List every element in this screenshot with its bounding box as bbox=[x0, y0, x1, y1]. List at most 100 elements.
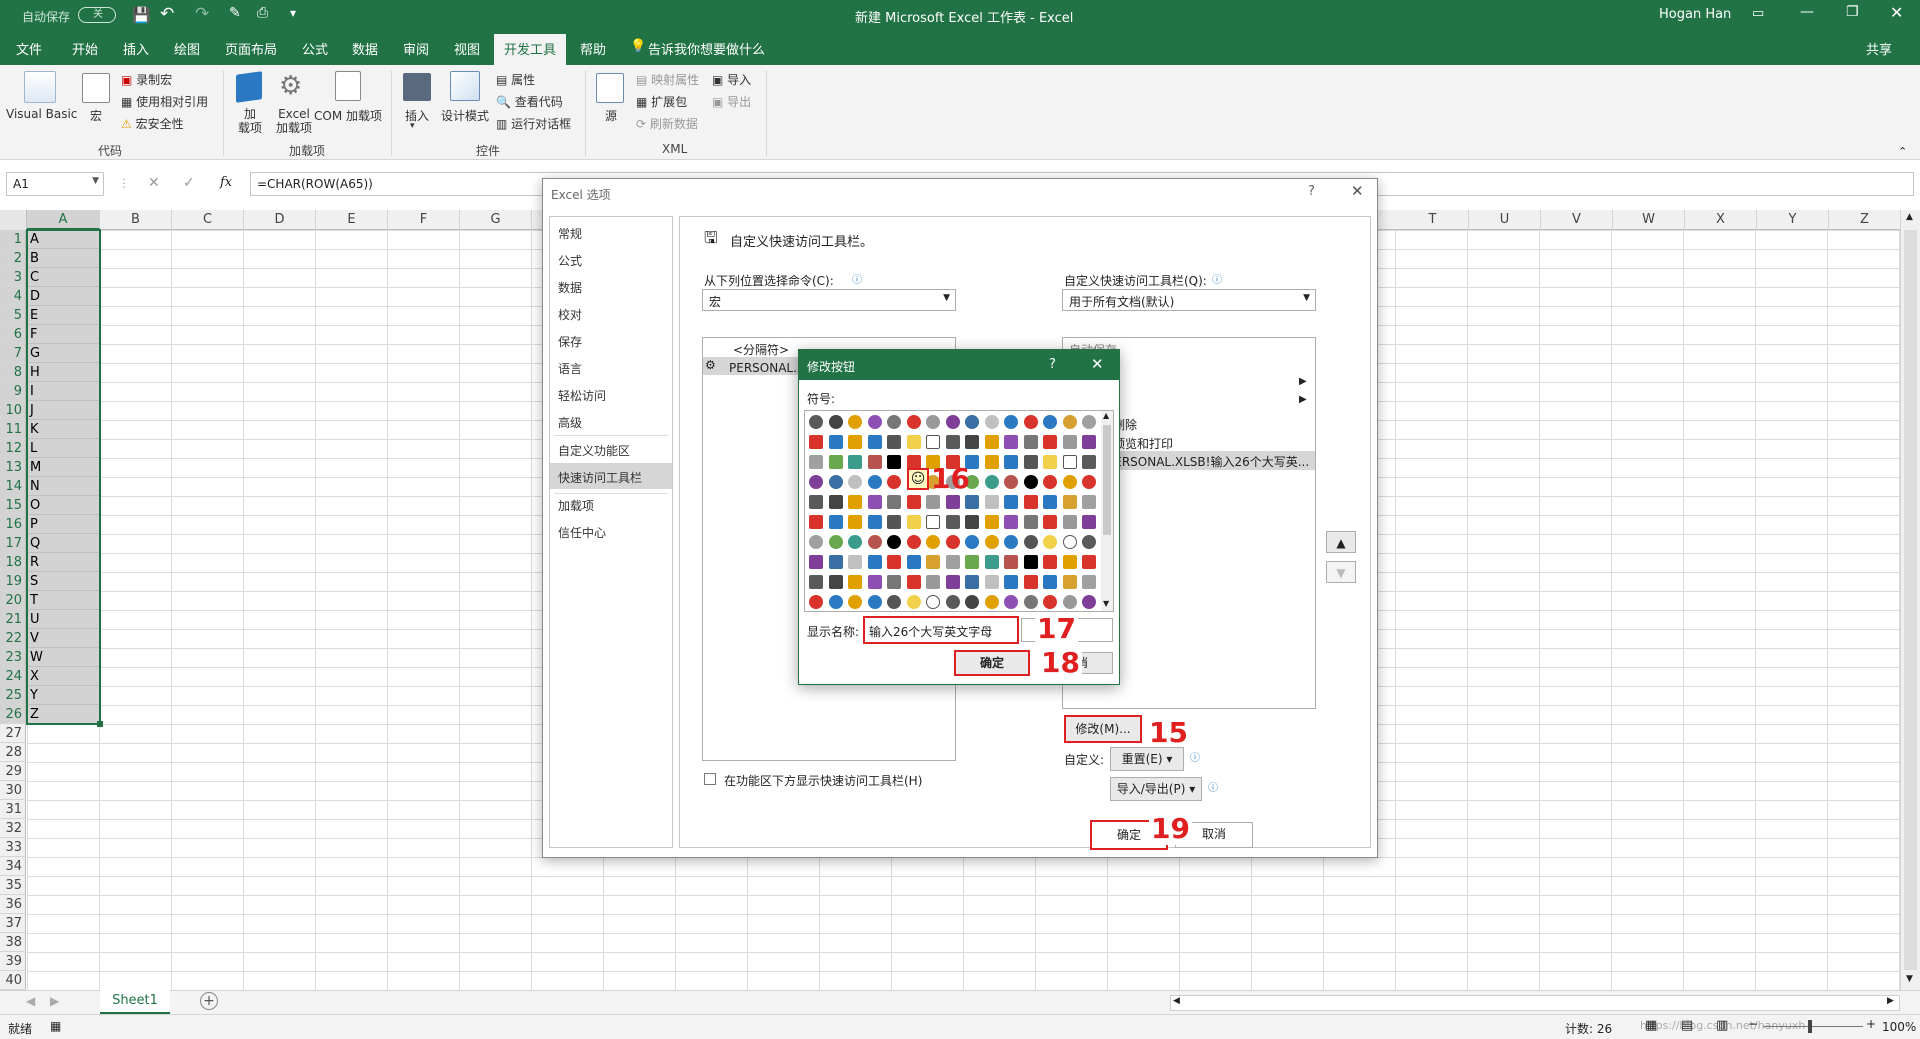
scroll-thumb[interactable] bbox=[1904, 230, 1917, 970]
symbol-icon[interactable] bbox=[828, 535, 843, 549]
cell-a[interactable]: Z bbox=[27, 705, 100, 724]
symbol-icon[interactable] bbox=[945, 515, 960, 529]
symbol-icon[interactable] bbox=[867, 455, 882, 469]
page-layout-view-icon[interactable]: ▤ bbox=[1681, 1018, 1693, 1033]
symbol-icon[interactable] bbox=[1043, 575, 1057, 589]
vertical-scrollbar[interactable]: ▲ ▼ bbox=[1900, 210, 1920, 990]
row-header[interactable]: 35 bbox=[0, 876, 26, 895]
row-header[interactable]: 39 bbox=[0, 952, 26, 971]
record-macro-button[interactable]: ▣ 录制宏 bbox=[121, 71, 172, 88]
zoom-out-icon[interactable]: − bbox=[1748, 1017, 1758, 1031]
page-icon[interactable] bbox=[1043, 415, 1057, 429]
document-icon[interactable] bbox=[1004, 415, 1018, 429]
symbol-icon[interactable] bbox=[906, 595, 921, 609]
symbol-icon[interactable] bbox=[945, 555, 960, 569]
symbol-icon[interactable] bbox=[1082, 435, 1096, 449]
symbol-icon[interactable] bbox=[848, 555, 862, 569]
refresh-data-button[interactable]: ⟳ 刷新数据 bbox=[636, 115, 698, 132]
symbol-icon[interactable] bbox=[828, 575, 843, 589]
row-header[interactable]: 29 bbox=[0, 762, 26, 781]
xml-export-button[interactable]: ▣ 导出 bbox=[712, 93, 751, 110]
customize-qat-select[interactable]: 用于所有文档(默认) ▼ bbox=[1062, 289, 1316, 311]
symbol-icon[interactable] bbox=[848, 515, 862, 529]
symbol-icon[interactable] bbox=[1043, 555, 1057, 569]
symbol-icon[interactable] bbox=[867, 495, 882, 509]
zoom-in-icon[interactable]: + bbox=[1866, 1017, 1876, 1031]
column-header[interactable]: X bbox=[1685, 210, 1757, 230]
symbol-icon[interactable] bbox=[1004, 515, 1018, 529]
symbol-scrollbar[interactable]: ▲ ▼ bbox=[1101, 411, 1113, 611]
symbol-icon[interactable] bbox=[926, 535, 940, 549]
cell-a[interactable]: L bbox=[27, 439, 100, 458]
symbol-icon[interactable] bbox=[848, 455, 862, 469]
tab-draw[interactable]: 绘图 bbox=[174, 39, 200, 58]
symbol-icon[interactable] bbox=[1004, 575, 1018, 589]
symbol-icon[interactable] bbox=[887, 515, 901, 529]
symbol-icon[interactable] bbox=[809, 575, 823, 589]
symbol-icon[interactable] bbox=[1062, 555, 1077, 569]
column-header[interactable]: U bbox=[1469, 210, 1541, 230]
symbol-icon[interactable] bbox=[1082, 575, 1096, 589]
macro-record-icon[interactable]: ▦ bbox=[50, 1019, 61, 1033]
cell-a[interactable]: M bbox=[27, 458, 100, 477]
org-chart-icon[interactable] bbox=[809, 415, 823, 429]
folder-open-icon[interactable] bbox=[1062, 415, 1077, 429]
nav-data[interactable]: 数据 bbox=[558, 279, 582, 296]
insert-control-button[interactable]: 插入 bbox=[405, 107, 429, 124]
tab-home[interactable]: 开始 bbox=[72, 39, 98, 58]
symbol-icon[interactable] bbox=[828, 555, 843, 569]
macro-security-button[interactable]: ⚠ 宏安全性 bbox=[121, 115, 184, 132]
view-code-button[interactable]: 🔍 查看代码 bbox=[496, 93, 563, 110]
insert-function-button[interactable]: fx bbox=[220, 175, 232, 190]
symbol-icon[interactable] bbox=[1062, 495, 1077, 509]
maximize-icon[interactable]: ❐ bbox=[1846, 4, 1859, 20]
symbol-icon[interactable] bbox=[984, 455, 999, 469]
row-header[interactable]: 31 bbox=[0, 800, 26, 819]
scroll-thumb[interactable] bbox=[1103, 425, 1111, 535]
add-sheet-icon[interactable]: + bbox=[200, 992, 218, 1010]
next-sheet-icon[interactable]: ▶ bbox=[50, 994, 59, 1008]
symbol-icon[interactable] bbox=[945, 595, 960, 609]
symbol-icon[interactable] bbox=[1023, 595, 1038, 609]
row-header[interactable]: 32 bbox=[0, 819, 26, 838]
xml-import-button[interactable]: ▣ 导入 bbox=[712, 71, 751, 88]
folder-icon[interactable] bbox=[1023, 415, 1038, 429]
symbol-icon[interactable] bbox=[926, 555, 940, 569]
symbol-icon[interactable] bbox=[1062, 535, 1077, 549]
cancel-entry-icon[interactable]: ✕ bbox=[148, 175, 160, 191]
row-header[interactable]: 27 bbox=[0, 724, 26, 743]
symbol-icon[interactable] bbox=[848, 575, 862, 589]
cell-a[interactable]: E bbox=[27, 306, 100, 325]
cell-a[interactable]: A bbox=[27, 230, 100, 249]
row-header[interactable]: 34 bbox=[0, 857, 26, 876]
relative-ref-button[interactable]: ▦ 使用相对引用 bbox=[121, 93, 208, 110]
symbol-icon[interactable] bbox=[867, 475, 882, 489]
nav-proofing[interactable]: 校对 bbox=[558, 306, 582, 323]
move-up-button[interactable]: ▲ bbox=[1326, 531, 1356, 553]
symbol-icon[interactable] bbox=[945, 575, 960, 589]
column-header[interactable]: F bbox=[388, 210, 460, 230]
symbol-icon[interactable] bbox=[867, 515, 882, 529]
nav-addins[interactable]: 加载项 bbox=[558, 497, 594, 514]
symbol-icon[interactable] bbox=[906, 555, 921, 569]
info-icon[interactable] bbox=[848, 415, 862, 429]
cell-a[interactable]: H bbox=[27, 363, 100, 382]
symbol-icon[interactable] bbox=[887, 495, 901, 509]
symbol-icon[interactable] bbox=[926, 575, 940, 589]
zoom-level[interactable]: 100% bbox=[1882, 1020, 1916, 1034]
cell-a[interactable]: K bbox=[27, 420, 100, 439]
column-header-a[interactable]: A bbox=[27, 210, 100, 230]
symbol-icon[interactable] bbox=[926, 595, 940, 609]
qat-dropdown-icon[interactable]: ▾ bbox=[290, 6, 296, 20]
symbol-icon[interactable] bbox=[1082, 535, 1096, 549]
redo-icon[interactable]: ↷ bbox=[195, 4, 209, 24]
cell-a[interactable]: B bbox=[27, 249, 100, 268]
symbol-icon[interactable] bbox=[945, 535, 960, 549]
symbol-icon[interactable] bbox=[887, 455, 901, 469]
symbol-icon[interactable] bbox=[984, 475, 999, 489]
cell-a[interactable]: O bbox=[27, 496, 100, 515]
show-below-ribbon-checkbox[interactable] bbox=[704, 773, 716, 785]
list-item[interactable]: 预览和打印 bbox=[1113, 435, 1173, 452]
symbol-icon[interactable] bbox=[1023, 535, 1038, 549]
ribbon-display-icon[interactable]: ▭ bbox=[1752, 6, 1764, 21]
